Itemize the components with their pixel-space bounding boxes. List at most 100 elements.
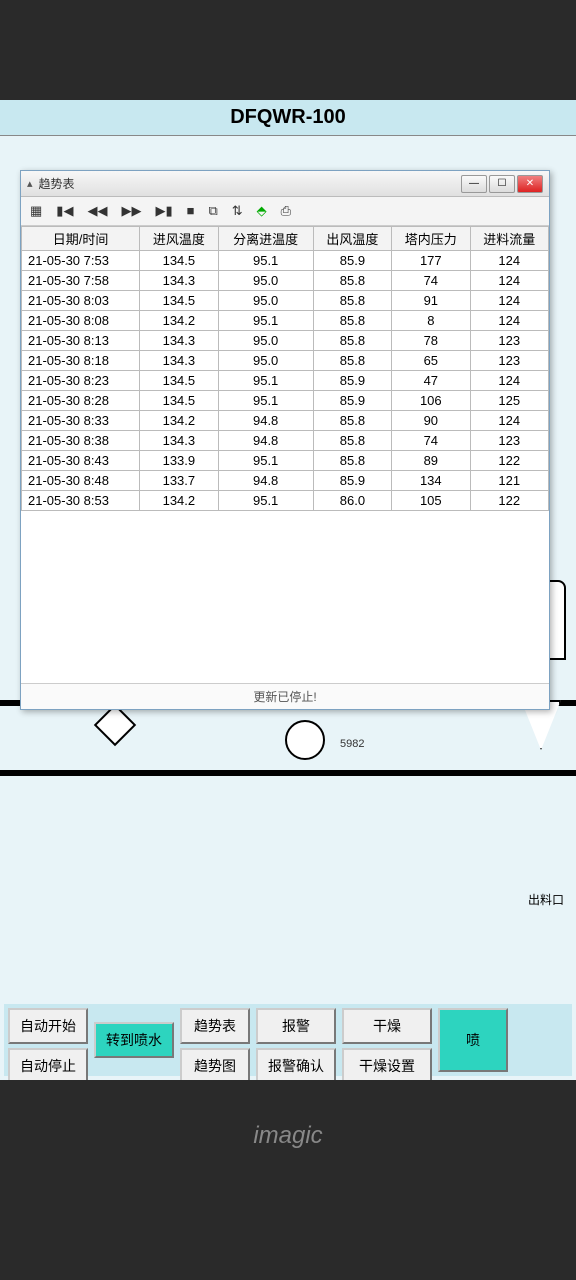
table-cell: 21-05-30 8:43: [22, 451, 140, 471]
column-header[interactable]: 进风温度: [140, 227, 218, 251]
table-cell: 133.9: [140, 451, 218, 471]
table-cell: 134.3: [140, 431, 218, 451]
maximize-button[interactable]: ☐: [489, 175, 515, 193]
table-cell: 95.0: [218, 291, 313, 311]
table-cell: 85.8: [313, 351, 391, 371]
table-cell: 90: [392, 411, 470, 431]
rewind-icon[interactable]: ◀◀: [84, 201, 110, 221]
toolbar-grid-icon[interactable]: ▦: [27, 201, 45, 221]
table-row[interactable]: 21-05-30 8:43133.995.185.889122: [22, 451, 549, 471]
table-cell: 134.2: [140, 491, 218, 511]
dry-settings-button[interactable]: 干燥设置: [342, 1048, 432, 1080]
table-cell: 95.1: [218, 371, 313, 391]
table-cell: 21-05-30 7:53: [22, 251, 140, 271]
column-header[interactable]: 分离进温度: [218, 227, 313, 251]
forward-icon[interactable]: ▶▶: [118, 201, 144, 221]
auto-stop-button[interactable]: 自动停止: [8, 1048, 88, 1080]
trend-chart-button[interactable]: 趋势图: [180, 1048, 250, 1080]
table-cell: 85.9: [313, 391, 391, 411]
trend-data-table: 日期/时间进风温度分离进温度出风温度塔内压力进料流量 21-05-30 7:53…: [21, 226, 549, 511]
minimize-button[interactable]: —: [461, 175, 487, 193]
table-cell: 85.8: [313, 291, 391, 311]
table-row[interactable]: 21-05-30 8:13134.395.085.878123: [22, 331, 549, 351]
table-cell: 74: [392, 271, 470, 291]
table-row[interactable]: 21-05-30 8:18134.395.085.865123: [22, 351, 549, 371]
table-cell: 133.7: [140, 471, 218, 491]
stop-icon[interactable]: ■: [184, 201, 198, 221]
data-table-wrap[interactable]: 日期/时间进风温度分离进温度出风温度塔内压力进料流量 21-05-30 7:53…: [21, 226, 549, 683]
table-cell: 134.5: [140, 371, 218, 391]
table-cell: 85.8: [313, 331, 391, 351]
table-cell: 134.3: [140, 331, 218, 351]
alarm-ack-button[interactable]: 报警确认: [256, 1048, 336, 1080]
table-cell: 125: [470, 391, 548, 411]
table-cell: 74: [392, 431, 470, 451]
table-cell: 95.1: [218, 491, 313, 511]
table-row[interactable]: 21-05-30 8:08134.295.185.88124: [22, 311, 549, 331]
table-cell: 123: [470, 351, 548, 371]
monitor-brand: imagic: [253, 1122, 322, 1150]
table-row[interactable]: 21-05-30 8:23134.595.185.947124: [22, 371, 549, 391]
close-button[interactable]: ✕: [517, 175, 543, 193]
table-cell: 95.0: [218, 331, 313, 351]
trend-table-button[interactable]: 趋势表: [180, 1008, 250, 1044]
column-header[interactable]: 塔内压力: [392, 227, 470, 251]
table-cell: 21-05-30 8:13: [22, 331, 140, 351]
filter-icon[interactable]: ⇅: [229, 201, 246, 221]
last-icon[interactable]: ▶▮: [152, 201, 175, 221]
table-cell: 85.8: [313, 411, 391, 431]
table-cell: 134.3: [140, 271, 218, 291]
table-cell: 134.2: [140, 411, 218, 431]
column-header[interactable]: 出风温度: [313, 227, 391, 251]
column-header[interactable]: 日期/时间: [22, 227, 140, 251]
table-cell: 123: [470, 431, 548, 451]
table-cell: 21-05-30 8:33: [22, 411, 140, 431]
alarm-button[interactable]: 报警: [256, 1008, 336, 1044]
auto-start-button[interactable]: 自动开始: [8, 1008, 88, 1044]
table-cell: 89: [392, 451, 470, 471]
table-cell: 121: [470, 471, 548, 491]
table-cell: 177: [392, 251, 470, 271]
switch-spray-button[interactable]: 转到喷水: [94, 1022, 174, 1058]
table-cell: 124: [470, 371, 548, 391]
table-cell: 122: [470, 491, 548, 511]
window-title: 趋势表: [39, 175, 461, 192]
trend-table-window: ▴ 趋势表 — ☐ ✕ ▦ ▮◀ ◀◀ ▶▶ ▶▮ ■ ⧉ ⇅ ⬘ ⎙: [20, 170, 550, 710]
table-row[interactable]: 21-05-30 7:58134.395.085.874124: [22, 271, 549, 291]
column-header[interactable]: 进料流量: [470, 227, 548, 251]
table-cell: 65: [392, 351, 470, 371]
table-cell: 124: [470, 291, 548, 311]
window-titlebar[interactable]: ▴ 趋势表 — ☐ ✕: [21, 171, 549, 197]
table-cell: 95.1: [218, 391, 313, 411]
table-row[interactable]: 21-05-30 8:53134.295.186.0105122: [22, 491, 549, 511]
table-cell: 134.5: [140, 251, 218, 271]
table-cell: 122: [470, 451, 548, 471]
table-cell: 124: [470, 271, 548, 291]
dry-button[interactable]: 干燥: [342, 1008, 432, 1044]
table-cell: 134.3: [140, 351, 218, 371]
table-cell: 21-05-30 8:38: [22, 431, 140, 451]
table-cell: 94.8: [218, 471, 313, 491]
table-row[interactable]: 21-05-30 8:28134.595.185.9106125: [22, 391, 549, 411]
first-icon[interactable]: ▮◀: [53, 201, 76, 221]
copy-icon[interactable]: ⧉: [205, 201, 220, 221]
button-bar: 自动开始 自动停止 转到喷水 趋势表 趋势图 报警 报警确认 干燥 干燥设置 喷: [4, 1004, 572, 1076]
window-icon: ▴: [27, 177, 33, 190]
table-row[interactable]: 21-05-30 8:48133.794.885.9134121: [22, 471, 549, 491]
table-cell: 86.0: [313, 491, 391, 511]
spray-button[interactable]: 喷: [438, 1008, 508, 1072]
table-cell: 78: [392, 331, 470, 351]
table-cell: 94.8: [218, 431, 313, 451]
table-cell: 95.1: [218, 451, 313, 471]
table-cell: 105: [392, 491, 470, 511]
export-icon[interactable]: ⬘: [254, 201, 270, 221]
table-row[interactable]: 21-05-30 8:03134.595.085.891124: [22, 291, 549, 311]
status-bar: 更新已停止!: [21, 683, 549, 709]
outlet-label: 出料口: [528, 891, 564, 908]
table-row[interactable]: 21-05-30 8:33134.294.885.890124: [22, 411, 549, 431]
table-row[interactable]: 21-05-30 7:53134.595.185.9177124: [22, 251, 549, 271]
print-icon[interactable]: ⎙: [278, 201, 294, 221]
table-row[interactable]: 21-05-30 8:38134.394.885.874123: [22, 431, 549, 451]
toolbar: ▦ ▮◀ ◀◀ ▶▶ ▶▮ ■ ⧉ ⇅ ⬘ ⎙: [21, 197, 549, 226]
table-cell: 21-05-30 8:08: [22, 311, 140, 331]
